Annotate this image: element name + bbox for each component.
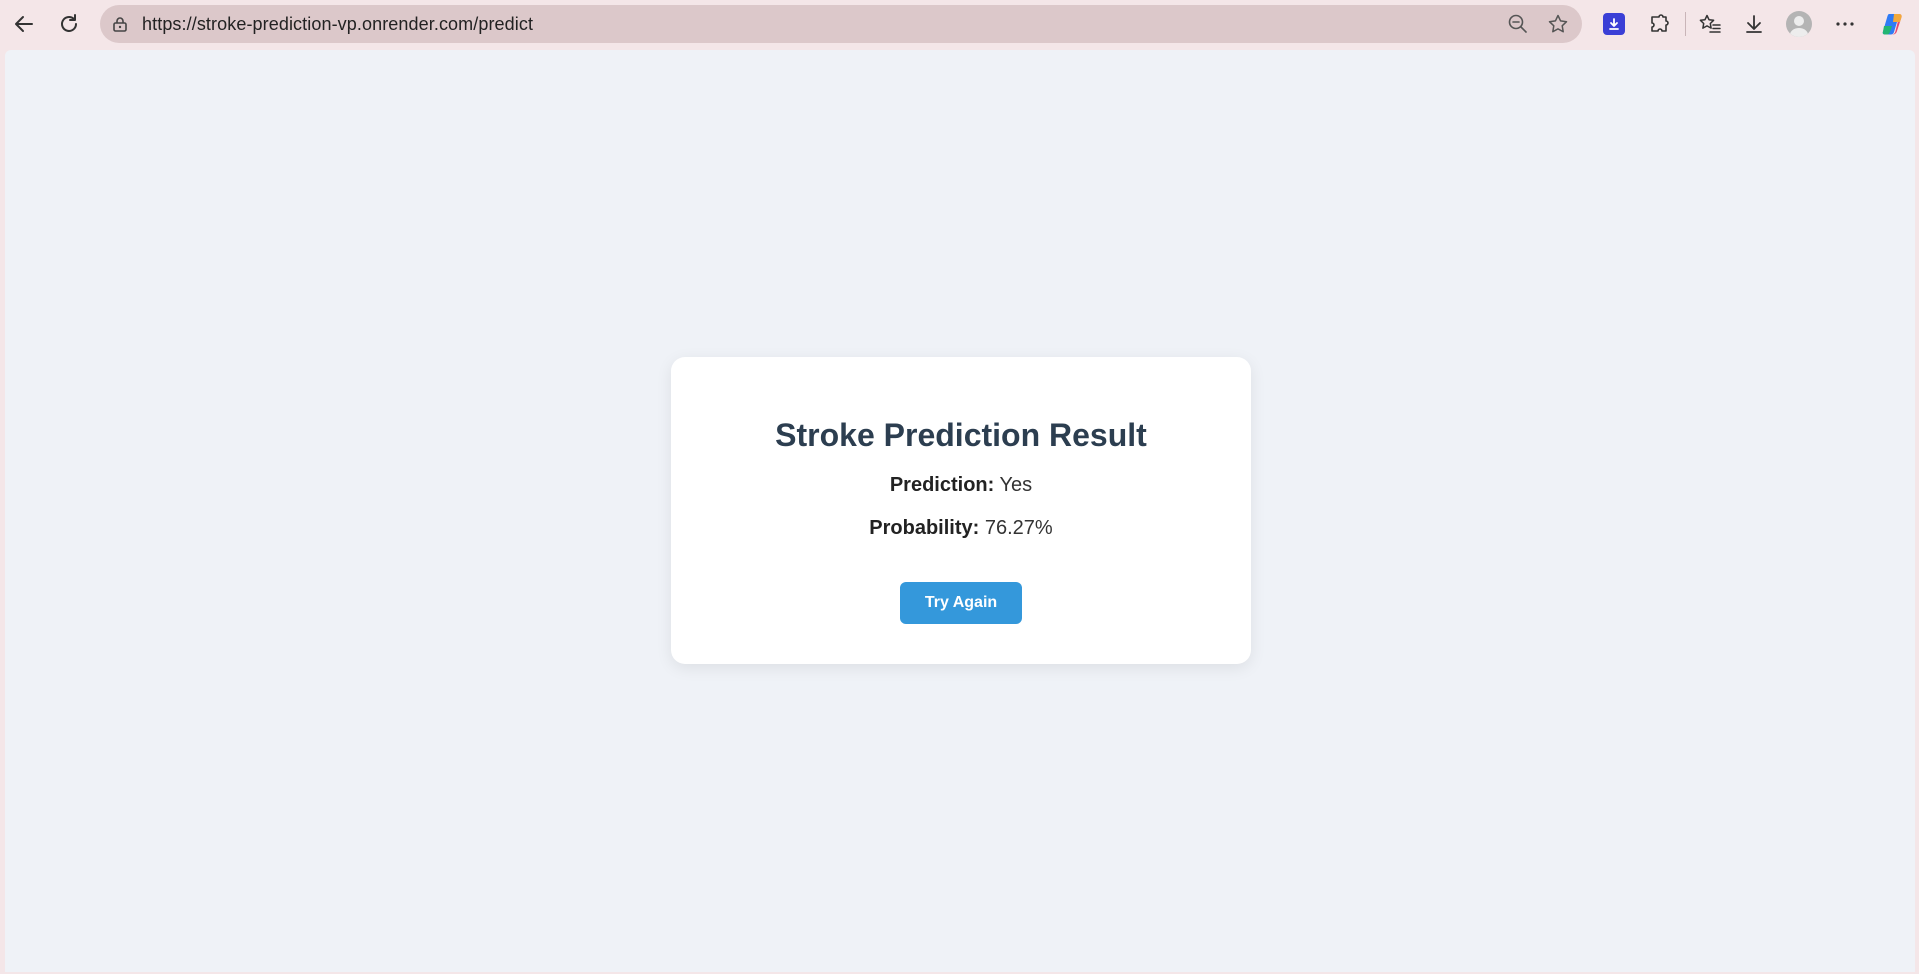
favorites-list-icon [1698, 13, 1722, 35]
page-viewport: Stroke Prediction Result Prediction: Yes… [5, 50, 1915, 972]
probability-value: 76.27% [984, 517, 1053, 539]
probability-label: Probability: [869, 517, 980, 539]
browser-toolbar: https://stroke-prediction-vp.onrender.co… [0, 0, 1919, 48]
copilot-button[interactable] [1875, 6, 1911, 42]
page-title: Stroke Prediction Result [775, 417, 1147, 453]
puzzle-icon [1648, 13, 1670, 35]
star-icon[interactable] [1546, 12, 1570, 36]
download-extension-icon [1603, 13, 1625, 35]
favorites-button[interactable] [1692, 6, 1728, 42]
back-button[interactable] [6, 6, 42, 42]
reload-button[interactable] [51, 6, 87, 42]
profile-button[interactable] [1781, 6, 1817, 42]
site-info-lock-icon[interactable] [110, 14, 130, 34]
download-extension-button[interactable] [1596, 6, 1632, 42]
more-icon [1834, 13, 1856, 35]
extensions-button[interactable] [1641, 6, 1677, 42]
address-bar[interactable]: https://stroke-prediction-vp.onrender.co… [100, 5, 1582, 43]
result-card: Stroke Prediction Result Prediction: Yes… [671, 357, 1251, 664]
more-button[interactable] [1827, 6, 1863, 42]
try-again-button[interactable]: Try Again [900, 582, 1022, 624]
prediction-line: Prediction: Yes [671, 474, 1251, 497]
url-text[interactable]: https://stroke-prediction-vp.onrender.co… [142, 5, 533, 43]
download-icon [1743, 13, 1765, 35]
toolbar-divider [1685, 12, 1686, 36]
back-arrow-icon [13, 13, 35, 35]
downloads-button[interactable] [1736, 6, 1772, 42]
prediction-label: Prediction: [889, 474, 995, 496]
profile-avatar-icon [1786, 11, 1812, 37]
zoom-out-icon[interactable] [1506, 12, 1530, 36]
copilot-icon [1880, 11, 1906, 37]
reload-icon [58, 13, 80, 35]
probability-line: Probability: 76.27% [671, 517, 1251, 540]
prediction-value: Yes [999, 474, 1033, 496]
